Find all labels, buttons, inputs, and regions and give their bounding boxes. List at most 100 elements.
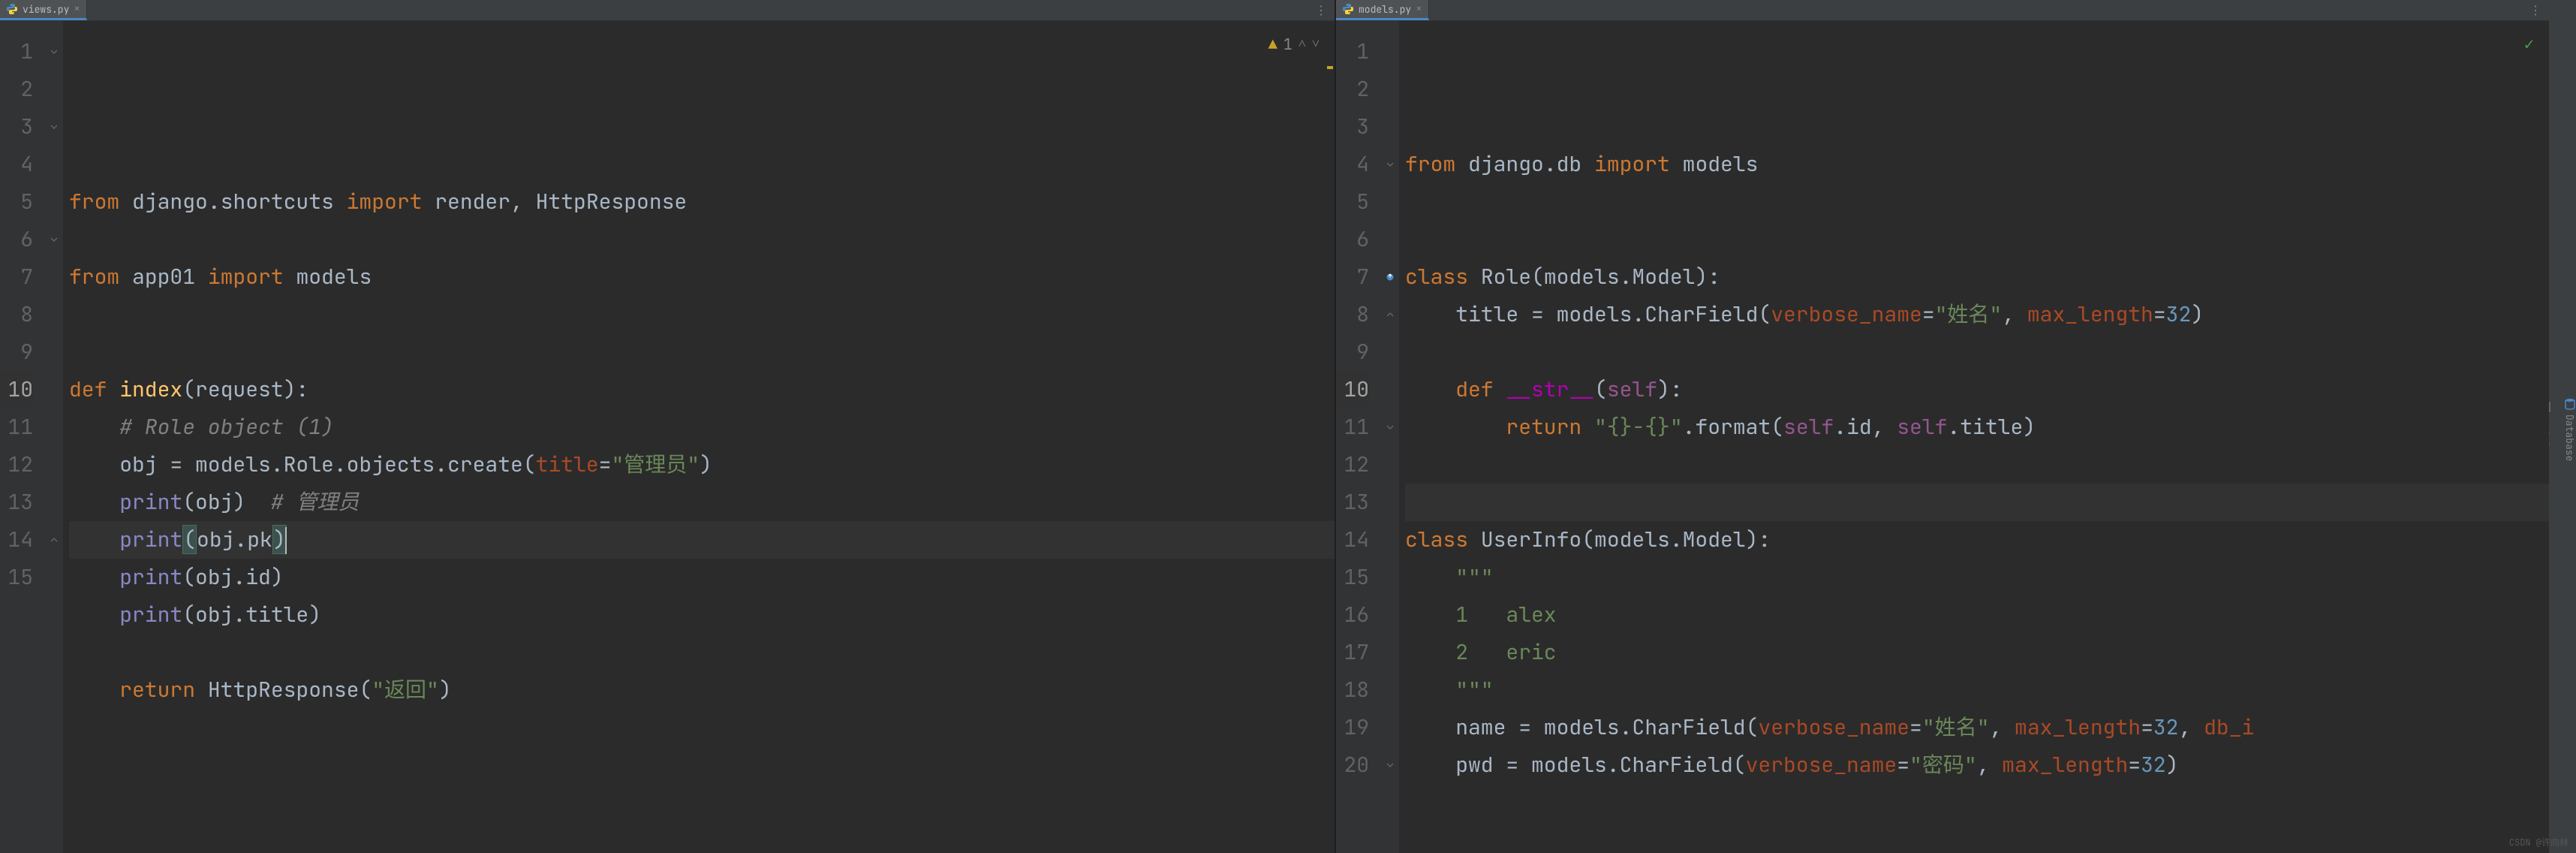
code-line[interactable]: def __str__(self): xyxy=(1405,371,2549,408)
code-line[interactable] xyxy=(69,296,1335,333)
editor-right[interactable]: 1234567891011121314151617181920 ✓ from d… xyxy=(1336,21,2549,853)
code-line[interactable]: 1 alex xyxy=(1405,596,2549,634)
line-number: 5 xyxy=(0,183,33,221)
line-number: 13 xyxy=(1336,484,1369,521)
code-line[interactable] xyxy=(69,634,1335,671)
code-line[interactable]: pwd = models.CharField(verbose_name="密码"… xyxy=(1405,746,2549,784)
code-area-left[interactable]: ▲ 1 ˄ ˅ from django.shortcuts import ren… xyxy=(63,21,1335,853)
line-number: 8 xyxy=(0,296,33,333)
fold-empty xyxy=(1381,183,1399,221)
fold-empty xyxy=(45,296,63,333)
code-line[interactable]: 2 eric xyxy=(1405,634,2549,671)
close-icon[interactable]: × xyxy=(1416,2,1422,16)
inspection-widget-left[interactable]: ▲ 1 ˄ ˅ xyxy=(1268,26,1320,63)
fold-empty xyxy=(1381,709,1399,746)
fold-empty xyxy=(1381,484,1399,521)
fold-toggle-icon[interactable] xyxy=(1381,296,1399,333)
code-line[interactable] xyxy=(69,709,1335,746)
fold-toggle-icon[interactable] xyxy=(1381,146,1399,183)
chevron-down-icon[interactable]: ˅ xyxy=(1312,26,1320,63)
right-editor-panel: models.py × ⋮ 12345678910111213141516171… xyxy=(1336,0,2549,853)
warning-count: 1 xyxy=(1283,26,1293,63)
fold-empty xyxy=(45,371,63,408)
line-number: 7 xyxy=(1336,258,1369,296)
line-number: 9 xyxy=(1336,333,1369,371)
line-number: 12 xyxy=(1336,446,1369,484)
code-line[interactable]: title = models.CharField(verbose_name="姓… xyxy=(1405,296,2549,333)
fold-toggle-icon[interactable] xyxy=(45,221,63,258)
fold-empty xyxy=(45,333,63,371)
fold-toggle-icon[interactable] xyxy=(45,33,63,71)
fold-gutter-left xyxy=(45,21,63,853)
fold-empty xyxy=(1381,371,1399,408)
more-icon[interactable]: ⋮ xyxy=(2529,2,2541,18)
code-area-right[interactable]: ✓ from django.db import models class Role… xyxy=(1399,21,2549,853)
line-number: 10 xyxy=(1336,371,1369,408)
code-line[interactable]: name = models.CharField(verbose_name="姓名… xyxy=(1405,709,2549,746)
fold-toggle-icon[interactable] xyxy=(1381,408,1399,446)
fold-toggle-icon[interactable] xyxy=(45,521,63,559)
line-number: 18 xyxy=(1336,671,1369,709)
code-line[interactable]: print(obj.id) xyxy=(69,559,1335,596)
code-line[interactable]: print(obj.title) xyxy=(69,596,1335,634)
editor-left[interactable]: 123456789101112131415 ▲ 1 ˄ ˅ from djang… xyxy=(0,21,1335,853)
code-line[interactable] xyxy=(69,221,1335,258)
code-line[interactable] xyxy=(1405,821,2549,853)
code-line[interactable] xyxy=(1405,784,2549,821)
database-tool-button[interactable]: Database xyxy=(2563,398,2576,461)
code-line[interactable]: print(obj) # 管理员 xyxy=(69,484,1335,521)
line-number: 14 xyxy=(1336,521,1369,559)
line-number: 11 xyxy=(0,408,33,446)
code-line[interactable]: obj = models.Role.objects.create(title="… xyxy=(69,446,1335,484)
override-method-icon[interactable] xyxy=(1381,258,1399,296)
python-file-icon xyxy=(1342,3,1354,15)
fold-empty xyxy=(45,258,63,296)
tab-label: models.py xyxy=(1359,3,1411,16)
code-line[interactable]: from django.db import models xyxy=(1405,146,2549,183)
code-line[interactable]: """ xyxy=(1405,671,2549,709)
code-line[interactable] xyxy=(1405,446,2549,484)
code-line[interactable]: return "{}-{}".format(self.id, self.titl… xyxy=(1405,408,2549,446)
code-line[interactable] xyxy=(1405,183,2549,221)
close-icon[interactable]: × xyxy=(74,2,80,16)
code-line[interactable]: # Role object (1) xyxy=(69,408,1335,446)
line-number: 11 xyxy=(1336,408,1369,446)
inspection-widget-right[interactable]: ✓ xyxy=(2524,26,2534,63)
code-line[interactable]: from app01 import models xyxy=(69,258,1335,296)
fold-toggle-icon[interactable] xyxy=(1381,746,1399,784)
fold-empty xyxy=(1381,559,1399,596)
fold-toggle-icon[interactable] xyxy=(45,108,63,146)
code-line[interactable] xyxy=(69,333,1335,371)
line-number: 17 xyxy=(1336,634,1369,671)
code-line[interactable]: from django.shortcuts import render, Htt… xyxy=(69,183,1335,221)
warning-icon: ▲ xyxy=(1268,26,1277,63)
tab-models-py[interactable]: models.py × xyxy=(1336,0,1429,20)
chevron-up-icon[interactable]: ˄ xyxy=(1299,26,1306,63)
fold-empty xyxy=(45,183,63,221)
fold-empty xyxy=(1381,71,1399,108)
code-line[interactable]: """ xyxy=(1405,559,2549,596)
fold-empty xyxy=(1381,634,1399,671)
python-file-icon xyxy=(6,3,18,15)
code-line[interactable]: return HttpResponse("返回") xyxy=(69,671,1335,709)
code-line[interactable]: def index(request): xyxy=(69,371,1335,408)
code-line[interactable] xyxy=(1405,484,2549,521)
line-number: 16 xyxy=(1336,596,1369,634)
more-icon[interactable]: ⋮ xyxy=(1315,2,1327,18)
warning-stripe[interactable] xyxy=(1327,66,1333,69)
code-line[interactable] xyxy=(1405,221,2549,258)
database-icon xyxy=(2564,398,2576,410)
code-line[interactable]: class UserInfo(models.Model): xyxy=(1405,521,2549,559)
code-line[interactable]: print(obj.pk) xyxy=(69,521,1335,559)
watermark: CSDN @许向林 xyxy=(2509,836,2568,848)
code-line[interactable]: class Role(models.Model): xyxy=(1405,258,2549,296)
code-line[interactable] xyxy=(1405,333,2549,371)
fold-empty xyxy=(1381,521,1399,559)
line-number: 15 xyxy=(1336,559,1369,596)
line-number: 8 xyxy=(1336,296,1369,333)
line-number: 4 xyxy=(0,146,33,183)
line-number: 1 xyxy=(1336,33,1369,71)
tab-views-py[interactable]: views.py × xyxy=(0,0,87,20)
line-number: 12 xyxy=(0,446,33,484)
line-number: 2 xyxy=(1336,71,1369,108)
